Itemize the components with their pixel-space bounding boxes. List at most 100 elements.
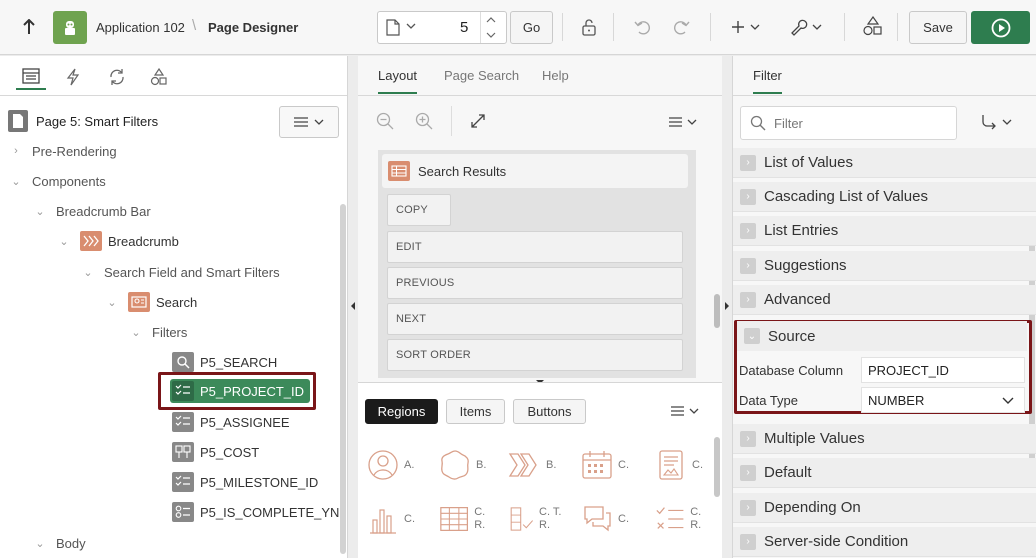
canvas-scrollbar[interactable] xyxy=(714,294,720,328)
tree-menu-button[interactable] xyxy=(279,106,339,138)
processing-tab-icon[interactable] xyxy=(102,64,132,90)
button-edit[interactable]: EDIT xyxy=(387,231,683,263)
unlock-icon[interactable] xyxy=(578,15,600,39)
collapse-right-icon[interactable] xyxy=(724,301,730,311)
group-default[interactable]: › Default xyxy=(733,458,1036,488)
chevron-down-icon: ⌄ xyxy=(744,328,760,344)
redo-icon[interactable] xyxy=(670,15,692,39)
expand-icon[interactable] xyxy=(470,113,486,129)
button-sort-order[interactable]: SORT ORDER xyxy=(387,339,683,371)
group-advanced[interactable]: › Advanced xyxy=(733,285,1036,315)
palette-tab-items[interactable]: Items xyxy=(446,399,505,424)
right-splitter[interactable] xyxy=(722,56,732,558)
group-list-entries[interactable]: › List Entries xyxy=(733,216,1036,246)
go-button[interactable]: Go xyxy=(510,11,553,44)
palette-item-card[interactable]: C. xyxy=(654,441,714,489)
property-filter-input[interactable]: Filter xyxy=(740,106,957,140)
palette-scrollbar[interactable] xyxy=(714,437,720,497)
palette-item-chart[interactable]: C. xyxy=(366,495,426,543)
palette-item-content-row[interactable]: C. R. xyxy=(654,495,714,543)
zoom-in-icon[interactable] xyxy=(415,112,433,130)
play-icon xyxy=(991,18,1010,37)
stepper-up-icon[interactable] xyxy=(486,16,496,24)
tree-node-p5-milestone-id[interactable]: P5_MILESTONE_ID xyxy=(172,471,318,493)
group-depending-on[interactable]: › Depending On xyxy=(733,493,1036,523)
palette-item-comments[interactable]: C. xyxy=(580,495,640,543)
go-to-group-icon[interactable] xyxy=(981,114,1015,132)
menu-icon xyxy=(294,117,324,127)
prop-database-column: Database Column PROJECT_ID xyxy=(739,356,1025,384)
tree-node-p5-search[interactable]: P5_SEARCH xyxy=(172,351,277,373)
chevron-down-icon: ⌄ xyxy=(59,235,69,248)
group-source[interactable]: ⌄ Source xyxy=(737,321,1027,351)
save-button[interactable]: Save xyxy=(909,11,967,44)
palette-item-calendar[interactable]: C. xyxy=(580,441,640,489)
toolbar-separator xyxy=(710,13,711,41)
tree-scrollbar[interactable] xyxy=(340,204,346,554)
create-menu-icon[interactable] xyxy=(728,15,764,39)
chevron-down-icon: ⌄ xyxy=(107,296,117,309)
tree-node-search[interactable]: ⌄ Search xyxy=(106,291,197,313)
tree-node-pre-rendering[interactable]: › Pre-Rendering xyxy=(10,140,116,162)
tab-page-search[interactable]: Page Search xyxy=(444,68,519,83)
app-icon[interactable] xyxy=(53,11,87,44)
tree-node-components[interactable]: ⌄ Components xyxy=(10,170,105,192)
group-multiple-values[interactable]: › Multiple Values xyxy=(733,424,1036,454)
palette-item-avatar[interactable]: A. xyxy=(366,441,426,489)
tree-node-p5-is-complete-yn[interactable]: P5_IS_COMPLETE_YN xyxy=(172,501,339,523)
collapse-left-icon[interactable] xyxy=(350,301,356,311)
checkbox-list-icon xyxy=(172,381,194,401)
group-suggestions[interactable]: › Suggestions xyxy=(733,251,1036,281)
tree-node-search-field[interactable]: ⌄ Search Field and Smart Filters xyxy=(82,261,279,283)
stepper-down-icon[interactable] xyxy=(486,31,496,39)
palette-tab-regions[interactable]: Regions xyxy=(365,399,438,424)
tree-node-p5-project-id[interactable]: P5_PROJECT_ID xyxy=(170,379,311,403)
group-list-of-values[interactable]: › List of Values xyxy=(733,148,1036,178)
run-button[interactable] xyxy=(971,11,1030,44)
layout-menu-icon[interactable] xyxy=(668,116,698,128)
group-cascading-lov[interactable]: › Cascading List of Values xyxy=(733,182,1036,212)
palette-item-breadcrumb[interactable]: B. xyxy=(508,441,568,489)
button-next[interactable]: NEXT xyxy=(387,303,683,335)
palette-item-column-toggle[interactable]: C. T. R. xyxy=(508,495,568,543)
up-arrow-icon[interactable] xyxy=(18,15,40,39)
shared-components-tab-icon[interactable] xyxy=(144,64,174,90)
palette-item-badge[interactable]: B. xyxy=(438,441,498,489)
avatar-icon xyxy=(368,450,398,480)
button-previous[interactable]: PREVIOUS xyxy=(387,267,683,299)
tree-node-breadcrumb[interactable]: ⌄ Breadcrumb xyxy=(58,230,179,252)
group-server-side-condition[interactable]: › Server-side Condition xyxy=(733,527,1036,557)
content-row-icon xyxy=(656,507,684,529)
utilities-wrench-icon[interactable] xyxy=(788,15,824,39)
button-copy[interactable]: COPY xyxy=(387,194,451,226)
tree-node-p5-assignee[interactable]: P5_ASSIGNEE xyxy=(172,411,290,433)
tree-node-breadcrumb-bar[interactable]: ⌄ Breadcrumb Bar xyxy=(34,200,150,222)
palette-menu-icon[interactable] xyxy=(670,405,700,417)
tab-filter[interactable]: Filter xyxy=(753,68,782,94)
app-name-link[interactable]: Application 102 xyxy=(96,20,185,35)
badge-icon xyxy=(441,450,469,480)
database-column-field[interactable]: PROJECT_ID xyxy=(861,357,1025,383)
page-title[interactable]: Page 5: Smart Filters xyxy=(36,114,158,129)
rendering-tab-icon[interactable] xyxy=(16,64,46,90)
tab-layout[interactable]: Layout xyxy=(378,68,418,94)
calendar-icon xyxy=(582,451,612,479)
shared-components-icon[interactable] xyxy=(862,14,884,38)
property-editor-panel: Filter Filter › List of Values › Cascading… xyxy=(732,56,1036,558)
left-splitter[interactable] xyxy=(348,56,358,558)
page-header: Page 5: Smart Filters xyxy=(0,104,348,138)
undo-icon[interactable] xyxy=(632,15,654,39)
palette-item-classic-report[interactable]: C. R. xyxy=(438,495,498,543)
toolbar-separator xyxy=(897,13,898,41)
page-number-input[interactable]: 5 xyxy=(460,19,468,36)
tree-node-body[interactable]: ⌄ Body xyxy=(34,532,85,554)
tab-help[interactable]: Help xyxy=(542,68,569,83)
page-selector[interactable]: 5 xyxy=(377,11,507,44)
zoom-out-icon[interactable] xyxy=(376,112,394,130)
tree-node-p5-cost[interactable]: P5_COST xyxy=(172,441,259,463)
palette-tab-buttons[interactable]: Buttons xyxy=(513,399,586,424)
data-type-select[interactable]: NUMBER xyxy=(861,387,1025,413)
dynamic-actions-tab-icon[interactable] xyxy=(58,64,88,90)
region-search-results[interactable]: Search Results xyxy=(382,154,688,188)
tree-node-filters[interactable]: ⌄ Filters xyxy=(130,321,187,343)
